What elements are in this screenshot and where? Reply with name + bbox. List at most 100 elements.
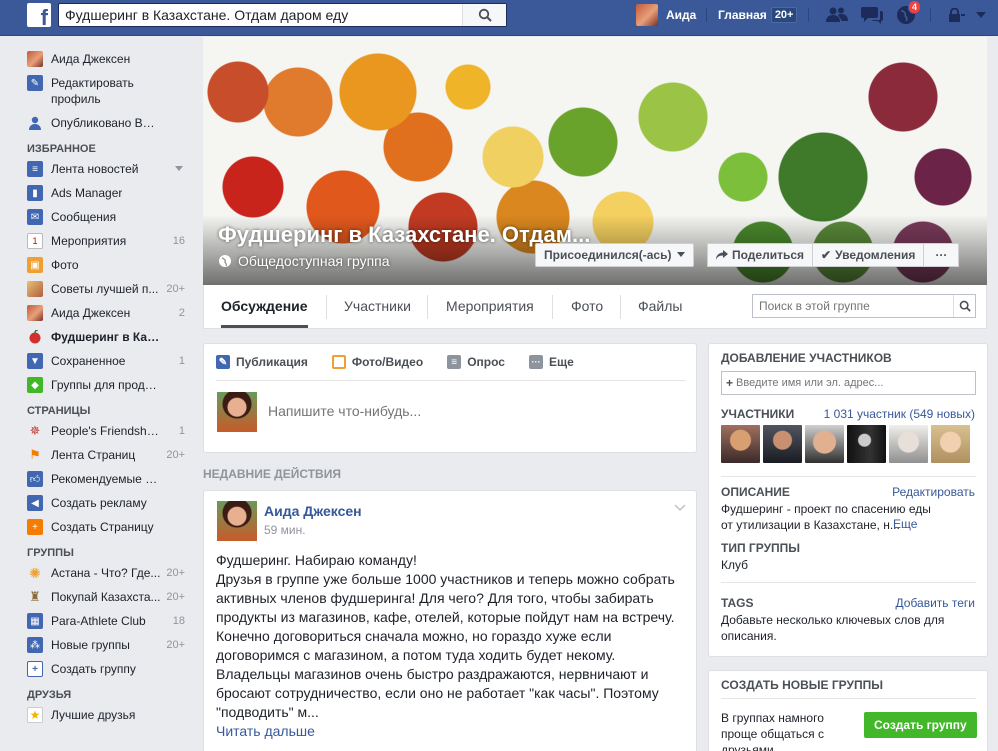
favorites-heading: ИЗБРАННОЕ [27,143,96,155]
sidebar-item-label: Лента Страниц [51,448,136,462]
sidebar-item-astana-group[interactable]: ✺ Астана - Что? Где... 20+ [0,561,195,585]
poll-icon: ≡ [447,355,462,369]
avatar[interactable] [217,501,257,541]
member-avatar[interactable] [847,425,886,463]
sidebar-item-aida-page[interactable]: Аида Джексен 2 [0,301,195,325]
sidebar-item-create-ad[interactable]: ◀ Создать рекламу [0,491,195,515]
sidebar-item-newsfeed[interactable]: ≡ Лента новостей [0,157,195,181]
friends-heading: ДРУЗЬЯ [27,689,72,701]
search-input[interactable] [59,4,459,26]
facebook-logo[interactable]: f [27,3,51,27]
sidebar-item-recommended-pages[interactable]: 👍︎ Рекомендуемые С... [0,467,195,491]
search-button[interactable] [462,4,506,26]
description-more-link[interactable]: Еще [893,517,917,531]
sidebar-item-para-athlete[interactable]: ▦ Para-Athlete Club 18 [0,609,195,633]
avatar [636,4,658,26]
member-avatar[interactable] [889,425,928,463]
sidebar-item-pages-feed[interactable]: ⚑ Лента Страниц 20+ [0,443,195,467]
sidebar-item-edit-profile[interactable]: ✎ Редактировать профиль [0,71,195,111]
sidebar-item-profile[interactable]: Аида Джексен [0,47,195,71]
sidebar-item-foodsharing-group[interactable]: Фудшеринг в Каз... [0,325,195,349]
share-button[interactable]: Поделиться [707,243,814,267]
sidebar-item-label: Советы лучшей п... [51,282,159,296]
member-avatar[interactable] [805,425,844,463]
sidebar-item-label: Лента новостей [51,162,139,176]
profile-name: Аида [666,8,697,22]
friend-requests-icon[interactable] [826,5,848,25]
sidebar-item-buy-kazakhstan[interactable]: ♜ Покупай Казахста... 20+ [0,585,195,609]
joined-button[interactable]: Присоединился(-ась) [535,243,695,267]
composer-tab-post[interactable]: ✎ Публикация [216,354,308,370]
home-link[interactable]: Главная 20+ [718,3,798,27]
member-avatar[interactable] [721,425,760,463]
edit-description-link[interactable]: Редактировать [892,485,975,499]
sidebar-item-label: Покупай Казахста... [51,590,161,604]
composer-tab-more[interactable]: ··· Еще [528,354,574,370]
sidebar-item-ads-manager[interactable]: ▮ Ads Manager [0,181,195,205]
divider [552,295,553,319]
messages-icon[interactable] [861,5,883,25]
divider [706,8,707,22]
members-count-link[interactable]: 1 031 участник (549 новых) [824,407,975,421]
composer-tabs: ✎ Публикация Фото/Видео ≡ Опрос ··· Еще [216,354,598,370]
sidebar-item-best-friends[interactable]: ★ Лучшие друзья [0,703,195,727]
sidebar-item-peoples-friendship[interactable]: ✵ People's Friendship... 1 [0,419,195,443]
globe-icon [219,255,231,267]
tab-files[interactable]: Файлы [638,285,682,328]
notifications-globe-icon[interactable]: 4 [895,0,922,25]
sidebar-item-create-group[interactable]: + Создать группу [0,657,195,681]
composer-tab-photo-video[interactable]: Фото/Видео [331,354,423,370]
post-options-chevron-icon[interactable] [674,501,686,515]
group-privacy-label: Общедоступная группа [238,253,390,269]
sidebar-item-group-tips[interactable]: Советы лучшей п... 20+ [0,277,195,301]
divider [216,380,686,381]
tab-events[interactable]: Мероприятия [446,285,534,328]
chevron-down-icon[interactable] [175,163,183,175]
create-group-button[interactable]: Создать группу [864,712,977,738]
plus-icon: + [27,661,43,677]
composer-tab-poll[interactable]: ≡ Опрос [447,354,505,370]
messages-icon: ✉ [27,209,43,225]
post-author[interactable]: Аида Джексен [264,503,362,519]
share-button-label: Поделиться [732,248,805,262]
group-search-input[interactable] [753,295,949,317]
sidebar-item-messages[interactable]: ✉ Сообщения [0,205,195,229]
notification-count: 4 [908,0,922,14]
divider [427,295,428,319]
tab-members[interactable]: Участники [344,285,411,328]
sidebar-item-new-groups[interactable]: ⁂ Новые группы 20+ [0,633,195,657]
group-type-heading: ТИП ГРУППЫ [721,541,801,555]
sidebar-item-sale-groups[interactable]: ◆ Группы для продажи [0,373,195,397]
composer-input[interactable] [268,403,668,419]
ads-icon: ▮ [27,185,43,201]
group-search [752,294,976,318]
description-heading: ОПИСАНИЕ [721,485,790,499]
profile-link[interactable]: Аида [636,3,696,27]
read-more-link[interactable]: Читать дальше [216,723,315,739]
notifications-button[interactable]: ✔ Уведомления [812,243,925,267]
chevron-down-icon [677,252,686,257]
privacy-lock-icon[interactable] [946,5,968,25]
member-avatar[interactable] [931,425,970,463]
sidebar-item-create-page[interactable]: + Создать Страницу [0,515,195,539]
account-menu-chevron-icon[interactable] [970,5,992,25]
sidebar-item-published-by-you[interactable]: Опубликовано Вами [0,111,195,135]
sidebar-item-label: Рекомендуемые С... [51,472,161,486]
add-members-input[interactable] [736,377,957,389]
tab-photos[interactable]: Фото [571,285,603,328]
add-tags-link[interactable]: Добавить теги [896,596,975,610]
composer-tab-label: Опрос [467,355,505,369]
member-avatar[interactable] [763,425,802,463]
group-search-button[interactable] [953,295,975,317]
sidebar-item-events[interactable]: 1 Мероприятия 16 [0,229,195,253]
apple-icon [27,329,43,345]
sidebar-item-label: Лучшие друзья [51,708,136,722]
more-options-button[interactable]: ··· [923,243,960,267]
post-timestamp[interactable]: 59 мин. [264,523,306,537]
sidebar-item-photos[interactable]: ▣ Фото [0,253,195,277]
create-groups-text: В группах намного проще общаться с друзь… [721,711,825,751]
tab-discussion[interactable]: Обсуждение [221,285,308,328]
group-cover-photo[interactable]: Фудшеринг в Казахстане. Отдам... Общедос… [203,37,987,285]
count-badge: 20+ [166,283,185,295]
sidebar-item-saved[interactable]: ▼ Сохраненное 1 [0,349,195,373]
